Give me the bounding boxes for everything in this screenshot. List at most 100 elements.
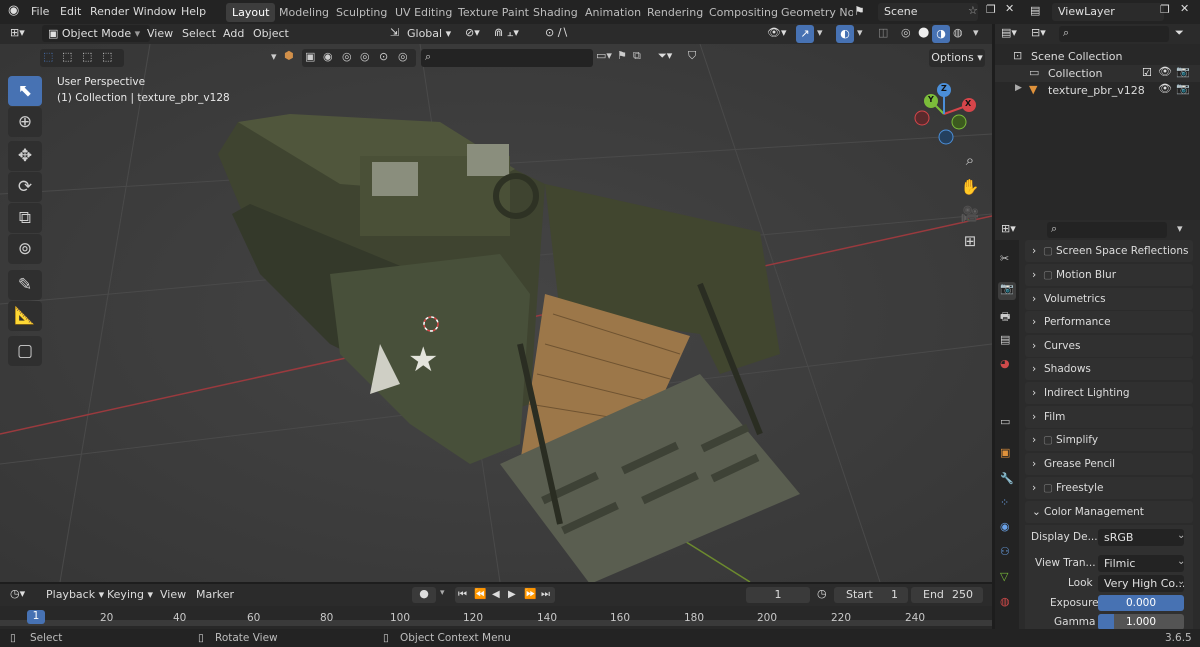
transform-orientation-icon[interactable]: ⇲ xyxy=(390,26,399,39)
properties-editor-type-icon[interactable]: ⊞▾ xyxy=(1001,222,1016,235)
select-mode-group[interactable]: ⬚ ⬚ ⬚ ⬚ xyxy=(40,49,124,67)
editor-type-icon[interactable]: ⊞▾ xyxy=(10,26,25,39)
outliner-row-collection[interactable]: ▭ Collection ☑ 👁 📷 xyxy=(995,65,1200,82)
shading-dropdown-icon[interactable]: ▾ xyxy=(973,26,979,39)
new-view-layer-icon[interactable]: ❐ xyxy=(1160,3,1170,16)
transform-orientation[interactable]: Global ▾ xyxy=(407,24,451,44)
jump-start-icon[interactable]: ⏮ xyxy=(458,587,467,603)
select-box-tool[interactable]: ⬉ xyxy=(8,76,42,106)
display-mode-icon[interactable]: ⊟▾ xyxy=(1031,26,1046,39)
ortho-toggle-button[interactable]: ⊞ xyxy=(957,228,983,254)
expand-arrow-icon[interactable]: ▶ xyxy=(1015,83,1022,93)
panel-checkbox-icon[interactable]: ▢ xyxy=(1043,429,1053,451)
start-frame-field[interactable]: Start 1 xyxy=(834,587,908,603)
material-tab-icon[interactable]: ◍ xyxy=(1000,595,1010,608)
viewport-menu-select[interactable]: Select xyxy=(182,24,216,44)
view-transform-dropdown[interactable]: Filmic xyxy=(1098,555,1184,572)
gizmo-toggle-icon[interactable]: ↗ xyxy=(796,25,814,43)
3d-viewport[interactable]: ★ X Y Z User Perspective (1) Collection … xyxy=(0,44,992,582)
rotate-tool[interactable]: ⟳ xyxy=(8,172,42,202)
proportional-edit-icon[interactable]: ⊙ ∕∖ xyxy=(545,26,568,39)
panel-checkbox-icon[interactable]: ▢ xyxy=(1043,477,1053,499)
shield-icon[interactable]: ⛉ xyxy=(688,49,696,63)
panel-performance[interactable]: › Performance xyxy=(1025,311,1193,333)
current-frame-field[interactable]: 1 xyxy=(746,587,810,603)
jump-end-icon[interactable]: ⏭ xyxy=(541,587,550,603)
mesh-filter-icon[interactable]: ▣ xyxy=(305,50,315,63)
move-tool[interactable]: ✥ xyxy=(8,141,42,171)
object-tab-icon[interactable]: ▣ xyxy=(1000,446,1010,459)
panel-checkbox-icon[interactable]: ▢ xyxy=(1043,240,1053,262)
view-layer-field[interactable]: ViewLayer xyxy=(1052,3,1164,21)
scene-tab-icon[interactable]: ◕ xyxy=(1000,357,1010,370)
panel-film[interactable]: › Film xyxy=(1025,406,1193,428)
tab-sculpting[interactable]: Sculpting xyxy=(330,3,393,22)
zoom-button[interactable]: ⌕ xyxy=(957,147,983,173)
scene-icon[interactable]: ⚑ xyxy=(854,4,865,18)
frame-icon[interactable]: ⧉ xyxy=(633,49,641,63)
tab-modeling[interactable]: Modeling xyxy=(273,3,335,22)
pivot-icon[interactable]: ⊘▾ xyxy=(465,26,480,39)
panel-grease-pencil[interactable]: › Grease Pencil xyxy=(1025,453,1193,475)
bookmark-icon[interactable]: ⚑ xyxy=(617,49,627,62)
panel-curves[interactable]: › Curves xyxy=(1025,335,1193,357)
xray-icon[interactable]: ◫ xyxy=(878,26,888,39)
physics-tab-icon[interactable]: ◉ xyxy=(1000,520,1010,533)
tab-shading[interactable]: Shading xyxy=(527,3,584,22)
camera-render-icon[interactable]: 📷 xyxy=(1176,65,1190,78)
select-new-icon[interactable]: ⬚ xyxy=(43,50,53,63)
play-reverse-icon[interactable]: ◀ xyxy=(492,587,500,603)
panel-freestyle[interactable]: › ▢ Freestyle xyxy=(1025,477,1193,499)
menu-window[interactable]: Window xyxy=(133,0,176,24)
mode-dropdown[interactable]: ▣ Object Mode ▾ xyxy=(42,25,150,42)
shading-wireframe-icon[interactable]: ◎ xyxy=(901,26,911,39)
object-types-icon[interactable]: ⬢ xyxy=(284,49,294,62)
tab-layout[interactable]: Layout xyxy=(226,3,276,22)
checkbox-icon[interactable]: ☑ xyxy=(1142,66,1152,79)
overlay-dropdown-icon[interactable]: ▾ xyxy=(857,26,863,39)
outliner-row-scene-collection[interactable]: ⊡ Scene Collection xyxy=(995,48,1200,65)
overlay-toggle-icon[interactable]: ◐ xyxy=(836,25,854,43)
exposure-slider[interactable]: 0.000 xyxy=(1098,595,1184,611)
menu-file[interactable]: File xyxy=(31,0,49,24)
properties-search-input[interactable]: ⌕ xyxy=(1047,222,1167,238)
timeline-editor-type-icon[interactable]: ◷▾ xyxy=(10,587,25,600)
next-keyframe-icon[interactable]: ⏩ xyxy=(524,587,536,603)
tab-compositing[interactable]: Compositing xyxy=(703,3,784,22)
scale-tool[interactable]: ⧉ xyxy=(8,203,42,233)
panel-checkbox-icon[interactable]: ▢ xyxy=(1043,264,1053,286)
gizmo-dropdown-icon[interactable]: ▾ xyxy=(817,26,823,39)
scene-field[interactable]: Scene xyxy=(878,3,978,21)
measure-tool[interactable]: 📐 xyxy=(8,301,42,331)
view-layer-tab-icon[interactable]: ▤ xyxy=(1000,333,1010,346)
gamma-slider[interactable]: 1.000 xyxy=(1098,614,1184,629)
camera-filter-icon[interactable]: ◎ xyxy=(360,50,370,63)
select-invert-icon[interactable]: ⬚ xyxy=(102,50,112,63)
delete-scene-icon[interactable]: ✕ xyxy=(1005,2,1014,15)
panel-simplify[interactable]: › ▢ Simplify xyxy=(1025,429,1193,451)
timeline-menu-view[interactable]: View xyxy=(160,588,186,601)
play-icon[interactable]: ▶ xyxy=(508,587,516,603)
transform-tool[interactable]: ⊚ xyxy=(8,234,42,264)
funnel-filter-icon[interactable]: ⏷▾ xyxy=(658,49,672,63)
render-tab-icon[interactable]: 📷 xyxy=(998,282,1016,300)
snap-icon[interactable]: ⋒ ⫠▾ xyxy=(494,26,519,40)
timeline-menu-playback[interactable]: Playback ▾ xyxy=(46,588,104,601)
tab-geometry-nodes[interactable]: Geometry Noc xyxy=(775,3,853,22)
camera-view-button[interactable]: 🎥 xyxy=(957,201,983,227)
select-extend-icon[interactable]: ⬚ xyxy=(62,50,72,63)
properties-options-icon[interactable]: ▾ xyxy=(1177,222,1183,235)
shading-rendered-icon[interactable]: ◍ xyxy=(953,26,963,39)
timeline-menu-keying[interactable]: Keying ▾ xyxy=(107,588,153,601)
pan-button[interactable]: ✋ xyxy=(957,174,983,200)
particles-tab-icon[interactable]: ⁘ xyxy=(1000,496,1009,509)
menu-help[interactable]: Help xyxy=(181,0,206,24)
collection-tab-icon[interactable]: ▭ xyxy=(1000,415,1010,428)
viewport-menu-view[interactable]: View xyxy=(147,24,173,44)
outliner-row-object[interactable]: ▶ ▼ texture_pbr_v128 👁 📷 xyxy=(995,82,1200,99)
delete-view-layer-icon[interactable]: ✕ xyxy=(1180,2,1189,15)
cursor-tool[interactable]: ⊕ xyxy=(8,107,42,137)
new-scene-icon[interactable]: ❐ xyxy=(986,3,996,16)
tab-texture-paint[interactable]: Texture Paint xyxy=(452,3,535,22)
options-button[interactable]: Options ▾ xyxy=(929,49,985,67)
